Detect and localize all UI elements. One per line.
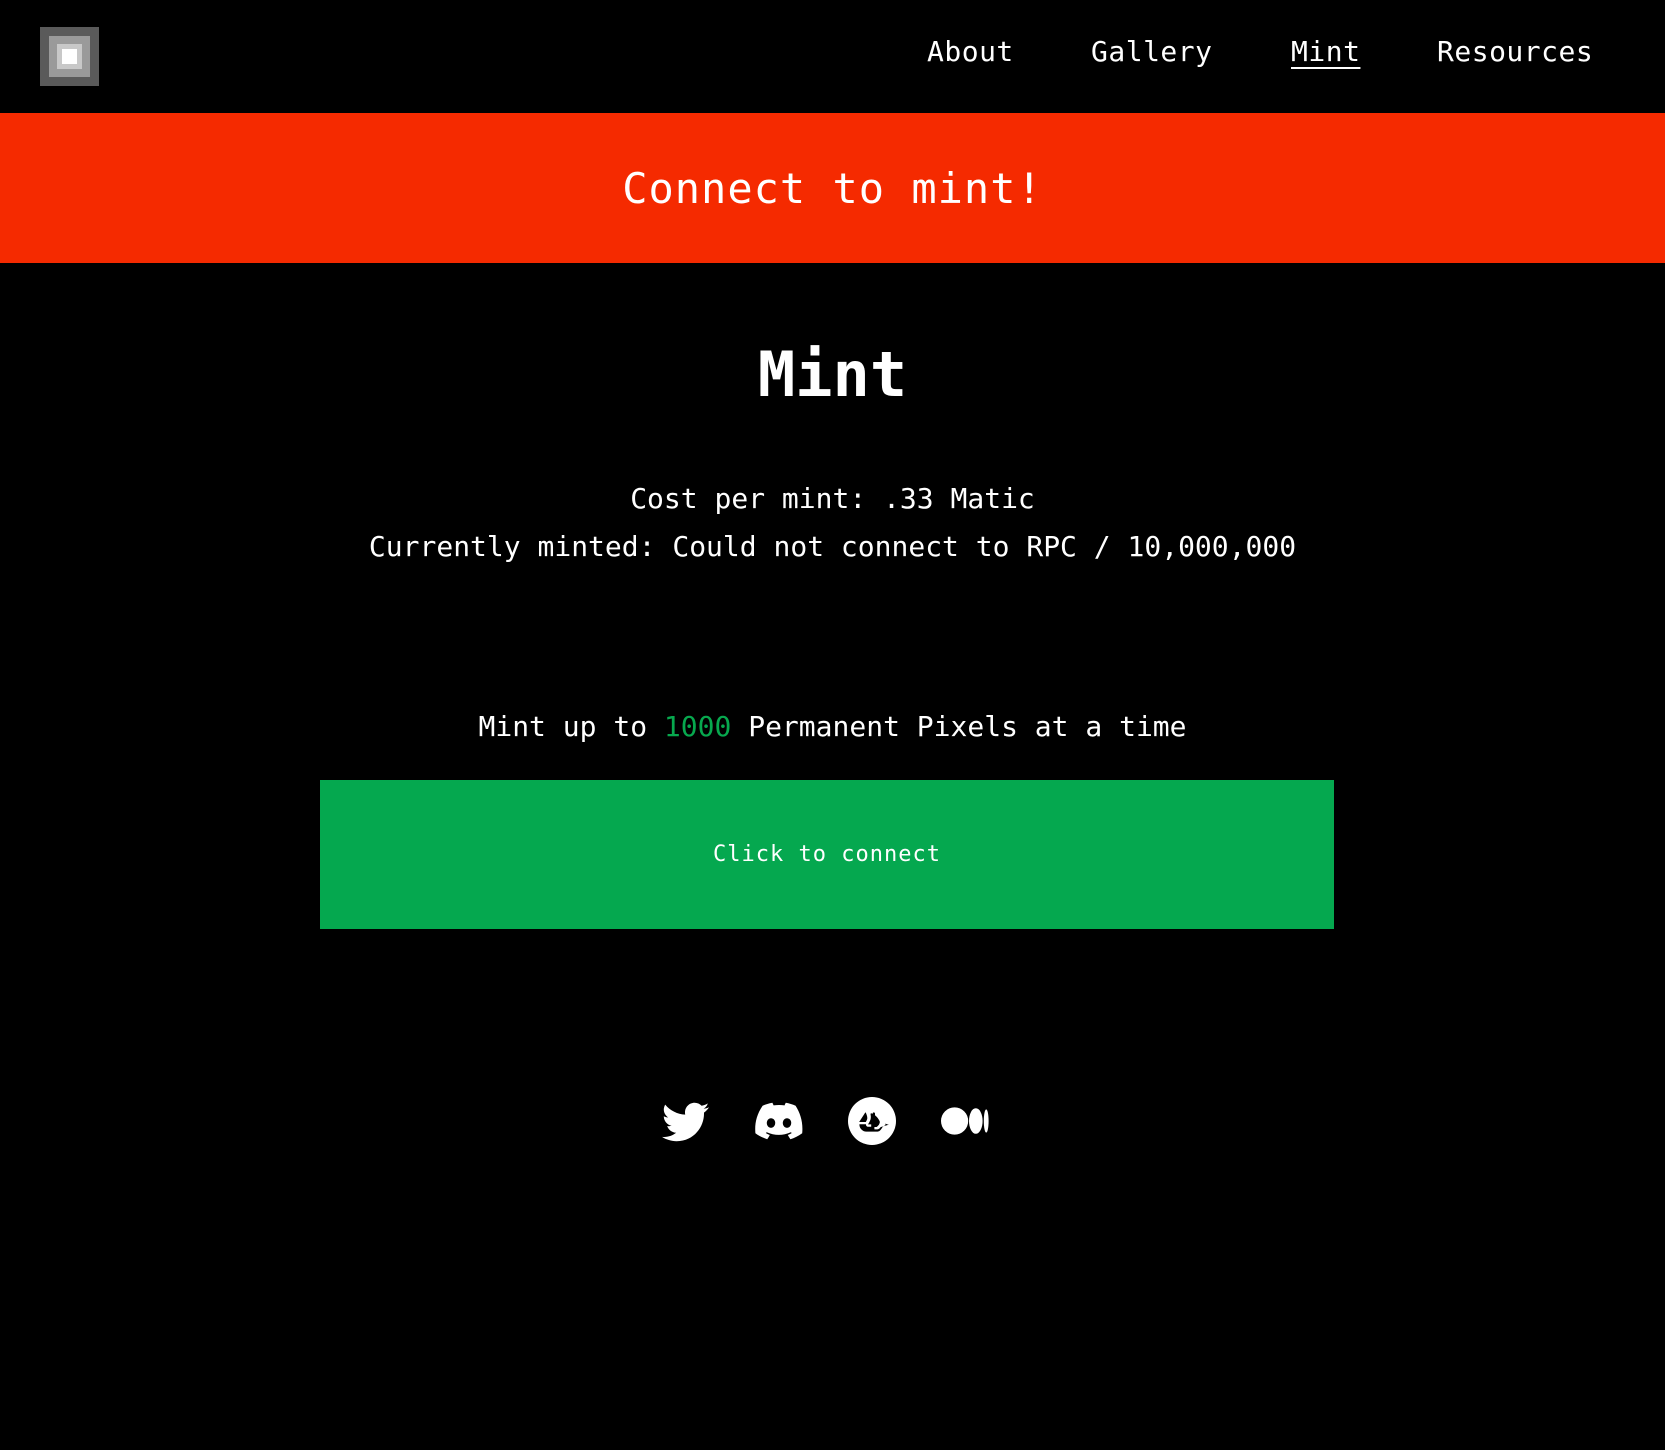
page: About Gallery Mint Resources Connect to … (0, 0, 1665, 1450)
mint-stats: Cost per mint: .33 Matic Currently minte… (0, 475, 1665, 571)
nav-mint[interactable]: Mint (1291, 30, 1360, 74)
currently-minted: Currently minted: Could not connect to R… (368, 530, 1297, 563)
nav-gallery[interactable]: Gallery (1091, 30, 1213, 74)
nav-resources[interactable]: Resources (1437, 30, 1593, 74)
mint-limit-suffix: Permanent Pixels at a time (731, 710, 1187, 743)
banner-text: Connect to mint! (622, 163, 1043, 213)
connect-button-label: Click to connect (713, 842, 941, 867)
twitter-icon[interactable] (662, 1097, 710, 1145)
opensea-icon[interactable] (848, 1097, 896, 1145)
mint-limit-text: Mint up to 1000 Permanent Pixels at a ti… (0, 703, 1665, 751)
connect-banner: Connect to mint! (0, 113, 1665, 263)
connect-button[interactable]: Click to connect (320, 780, 1334, 929)
mint-limit-prefix: Mint up to (478, 710, 664, 743)
mint-limit-value: 1000 (663, 710, 732, 743)
nav-about[interactable]: About (927, 30, 1014, 74)
site-header: About Gallery Mint Resources (0, 0, 1665, 113)
main-nav: About Gallery Mint Resources (0, 30, 1665, 74)
discord-icon[interactable] (755, 1097, 803, 1145)
medium-icon[interactable] (941, 1097, 989, 1145)
page-title: Mint (757, 338, 908, 411)
cost-per-mint: Cost per mint: .33 Matic (630, 482, 1035, 515)
